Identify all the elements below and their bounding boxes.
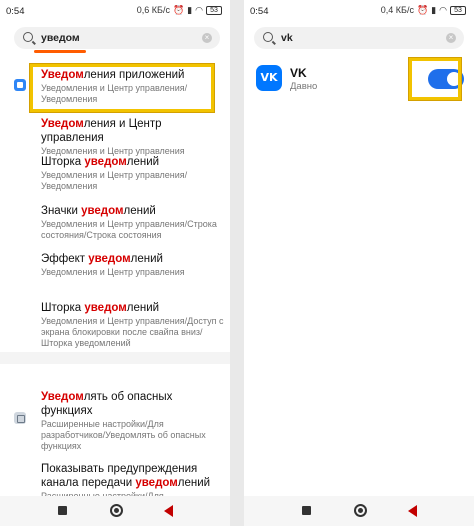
- wifi-icon: ◠: [439, 5, 447, 15]
- result-title: Показывать предупреждения канала передач…: [41, 463, 211, 489]
- network-speed: 0,4 КБ/с: [380, 5, 414, 15]
- result-title: Шторка уведомлений: [41, 156, 160, 168]
- app-name: VK: [290, 66, 307, 80]
- notifications-section-icon: [14, 79, 26, 91]
- annotation-highlight-box: [408, 57, 462, 101]
- app-last-notification: Давно: [290, 81, 318, 92]
- network-speed: 0,6 КБ/с: [136, 5, 170, 15]
- alarm-icon: ⏰: [416, 5, 429, 15]
- search-icon: [23, 32, 33, 42]
- clear-icon[interactable]: ×: [446, 33, 456, 43]
- search-icon: [263, 32, 273, 42]
- status-time: 0:54: [6, 6, 25, 17]
- search-result-item[interactable]: Эффект уведомлений Уведомления и Центр у…: [41, 252, 225, 278]
- status-bar: 0:54 0,6 КБ/с ⏰ ▮ ◠ 53: [0, 0, 230, 22]
- recents-icon[interactable]: [302, 506, 311, 515]
- search-input[interactable]: vk: [281, 32, 293, 44]
- search-bar[interactable]: vk ×: [254, 27, 464, 49]
- signal-icon: ▮: [187, 5, 193, 15]
- developer-section-icon: [14, 412, 26, 424]
- settings-search-screen-left: 0:54 0,6 КБ/с ⏰ ▮ ◠ 53 уведом × Уведомле…: [0, 0, 230, 526]
- battery-icon: 53: [450, 5, 466, 15]
- section-divider: [0, 352, 230, 364]
- status-time: 0:54: [250, 6, 269, 17]
- search-result-item[interactable]: Уведомления и Центр управления Уведомлен…: [41, 117, 225, 157]
- result-title: Уведомления и Центр управления: [41, 118, 162, 144]
- search-input[interactable]: уведом: [41, 32, 80, 44]
- search-bar[interactable]: уведом ×: [14, 27, 220, 49]
- search-result-item[interactable]: Шторка уведомлений Уведомления и Центр у…: [41, 155, 225, 192]
- vk-app-icon: VK: [256, 65, 282, 91]
- alarm-icon: ⏰: [172, 5, 185, 15]
- battery-icon: 53: [206, 5, 222, 15]
- clear-icon[interactable]: ×: [202, 33, 212, 43]
- signal-icon: ▮: [431, 5, 437, 15]
- result-path: Уведомления и Центр управления/Строка со…: [41, 219, 217, 240]
- annotation-highlight-box: [29, 63, 215, 113]
- wifi-icon: ◠: [195, 5, 203, 15]
- home-icon[interactable]: [110, 504, 123, 517]
- result-title: Значки уведомлений: [41, 205, 156, 217]
- back-icon[interactable]: [408, 505, 417, 517]
- result-title: Уведомлять об опасных функциях: [41, 391, 173, 417]
- result-path: Уведомления и Центр управления/ Уведомле…: [41, 170, 188, 191]
- search-result-item[interactable]: Уведомлять об опасных функциях Расширенн…: [41, 390, 225, 452]
- nav-bar: [0, 496, 230, 526]
- back-icon[interactable]: [164, 505, 173, 517]
- result-title: Эффект уведомлений: [41, 253, 163, 265]
- result-path: Расширенные настройки/Для разработчиков/…: [41, 419, 206, 451]
- search-result-item[interactable]: Шторка уведомлений Уведомления и Центр у…: [41, 301, 225, 349]
- result-path: Уведомления и Центр управления/Доступ с …: [41, 316, 224, 348]
- nav-bar: [244, 496, 474, 526]
- search-underline-annotation: [34, 50, 86, 53]
- result-path: Уведомления и Центр управления: [41, 267, 185, 277]
- home-icon[interactable]: [354, 504, 367, 517]
- result-title: Шторка уведомлений: [41, 302, 160, 314]
- status-bar: 0:54 0,4 КБ/с ⏰ ▮ ◠ 53: [244, 0, 474, 22]
- settings-search-screen-right: 0:54 0,4 КБ/с ⏰ ▮ ◠ 53 vk × VK VK Давно: [244, 0, 474, 526]
- search-result-item[interactable]: Значки уведомлений Уведомления и Центр у…: [41, 204, 225, 241]
- recents-icon[interactable]: [58, 506, 67, 515]
